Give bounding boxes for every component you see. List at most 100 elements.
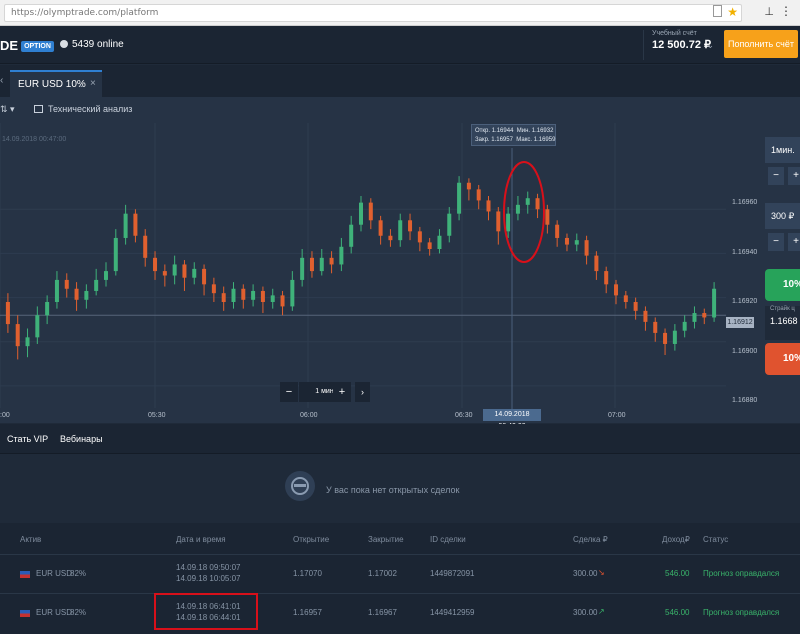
bookmark-icon[interactable]: [713, 5, 722, 17]
x-tick-label: 05:30: [148, 412, 166, 419]
candle-body: [712, 288, 717, 318]
x-tick-label: 06:30: [455, 412, 473, 419]
address-bar[interactable]: https://olymptrade.com/platform: [4, 4, 742, 22]
amount-field[interactable]: 300 ₽: [765, 203, 800, 229]
candle-body: [378, 220, 383, 236]
candle-body: [5, 302, 10, 325]
candle-body: [202, 268, 207, 285]
candle-body: [182, 264, 187, 278]
deals-table: Актив Дата и время Открытие Закрытие ID …: [0, 523, 800, 634]
star-icon[interactable]: ★: [727, 5, 738, 19]
candle-body: [113, 237, 118, 272]
candle-body: [408, 220, 413, 232]
bottom-tabs: Стать VIP Вебинары: [0, 424, 800, 454]
candle-body: [251, 290, 256, 300]
candle-body: [623, 295, 628, 302]
y-tick-label: 1.16900: [732, 348, 758, 355]
deal-amount: 300.00: [573, 569, 598, 578]
candle-body: [476, 189, 481, 201]
y-tick-label: 1.16940: [732, 249, 758, 256]
candle-body: [162, 271, 167, 276]
chart-type-dropdown[interactable]: ⇅ ▾: [0, 104, 15, 115]
tab-eur-usd[interactable]: EUR USD 10% ⌄ ×: [10, 70, 102, 97]
y-tick-label: 1.16960: [732, 199, 758, 206]
candle-body: [564, 237, 569, 245]
strike-value: 1.1668: [770, 316, 798, 326]
candle-body: [84, 290, 89, 300]
asset-name: EUR USD: [36, 608, 73, 617]
close-icon[interactable]: ×: [90, 78, 96, 89]
timeframe-increase-button[interactable]: +: [788, 167, 800, 185]
candle-body: [192, 268, 197, 278]
arrow-up-icon: ↗: [598, 607, 605, 616]
account-selector[interactable]: Учебный счёт 12 500.72 ₽ ⌄: [643, 30, 718, 60]
candle-body: [319, 257, 324, 272]
candlestick-chart[interactable]: [0, 123, 762, 423]
y-tick-label: 1.16920: [732, 298, 758, 305]
candle-body: [437, 235, 442, 249]
candle-body: [74, 288, 79, 300]
candle-body: [270, 295, 275, 302]
asset-name: EUR USD: [36, 569, 73, 578]
candle-body: [211, 284, 216, 294]
candle-body: [388, 235, 393, 241]
deal-status: Прогноз оправдался: [703, 569, 780, 578]
candle-body: [231, 288, 236, 302]
arrow-down-icon: ↘: [598, 568, 605, 577]
menu-icon[interactable]: ⋮: [780, 4, 792, 18]
chevron-left-icon[interactable]: ‹: [0, 75, 3, 86]
open-price: 1.17070: [293, 569, 322, 578]
tab-webinars[interactable]: Вебинары: [60, 434, 103, 444]
col-header-deal: Сделка ₽: [573, 535, 608, 544]
extension-icon[interactable]: ⊥: [764, 5, 774, 18]
price-chart[interactable]: 14.09.2018 00:47:00 Откр. 1.16944 Мин. 1…: [0, 123, 762, 430]
candle-body: [466, 182, 471, 190]
flag-icon: [20, 571, 30, 578]
candle-body: [574, 240, 579, 245]
timeframe-field[interactable]: 1мин.: [765, 137, 800, 163]
table-row[interactable]: EUR USD 82% 14.09.18 09:50:07 14.09.18 1…: [0, 554, 800, 592]
chevron-right-icon[interactable]: ›: [355, 382, 370, 402]
zoom-out-button[interactable]: −: [280, 382, 298, 402]
tab-vip[interactable]: Стать VIP: [7, 434, 48, 444]
users-icon: [60, 40, 68, 48]
col-header-status: Статус: [703, 535, 729, 544]
table-row[interactable]: EUR USD 82% 14.09.18 06:41:01 14.09.18 0…: [0, 593, 800, 631]
candle-body: [103, 271, 108, 280]
online-counter: 5439 online: [60, 39, 124, 50]
candle-body: [584, 240, 589, 256]
asset-percent: 82%: [70, 608, 87, 617]
amount-increase-button[interactable]: +: [788, 233, 800, 251]
col-header-asset: Актив: [20, 535, 42, 544]
candle-body: [45, 302, 50, 316]
open-price: 1.16957: [293, 608, 322, 617]
x-tick-label: 06:00: [300, 412, 318, 419]
trade-panel: 1мин. − + 300 ₽ − + 10% Страйк ц 1.1668 …: [762, 123, 800, 423]
zoom-in-button[interactable]: +: [333, 382, 351, 402]
candle-body: [260, 290, 265, 302]
topup-button[interactable]: Пополнить счёт: [724, 30, 798, 58]
candle-body: [614, 284, 619, 296]
asset-percent: 82%: [70, 569, 87, 578]
technical-analysis-button[interactable]: Технический анализ: [34, 104, 132, 114]
close-price: 1.16967: [368, 608, 397, 617]
candle-body: [123, 213, 128, 238]
col-header-datetime: Дата и время: [176, 535, 226, 544]
candle-body: [672, 330, 677, 344]
candle-body: [64, 279, 69, 289]
up-button[interactable]: 10%: [765, 269, 800, 301]
candle-body: [241, 288, 246, 300]
chevron-down-icon[interactable]: ⌄: [706, 40, 714, 51]
candle-body: [133, 213, 138, 236]
deal-close-time: 14.09.18 10:05:07: [176, 574, 241, 583]
down-button[interactable]: 10%: [765, 343, 800, 375]
candle-body: [153, 257, 158, 272]
chevron-down-icon[interactable]: ⌄: [78, 80, 85, 89]
flag-icon: [20, 610, 30, 617]
timeframe-decrease-button[interactable]: −: [768, 167, 784, 185]
candle-body: [329, 257, 334, 265]
crosshair-time-label: 14.09.2018 06:40:00: [483, 409, 541, 430]
amount-decrease-button[interactable]: −: [768, 233, 784, 251]
candle-body: [702, 313, 707, 318]
col-header-id: ID сделки: [430, 535, 466, 544]
